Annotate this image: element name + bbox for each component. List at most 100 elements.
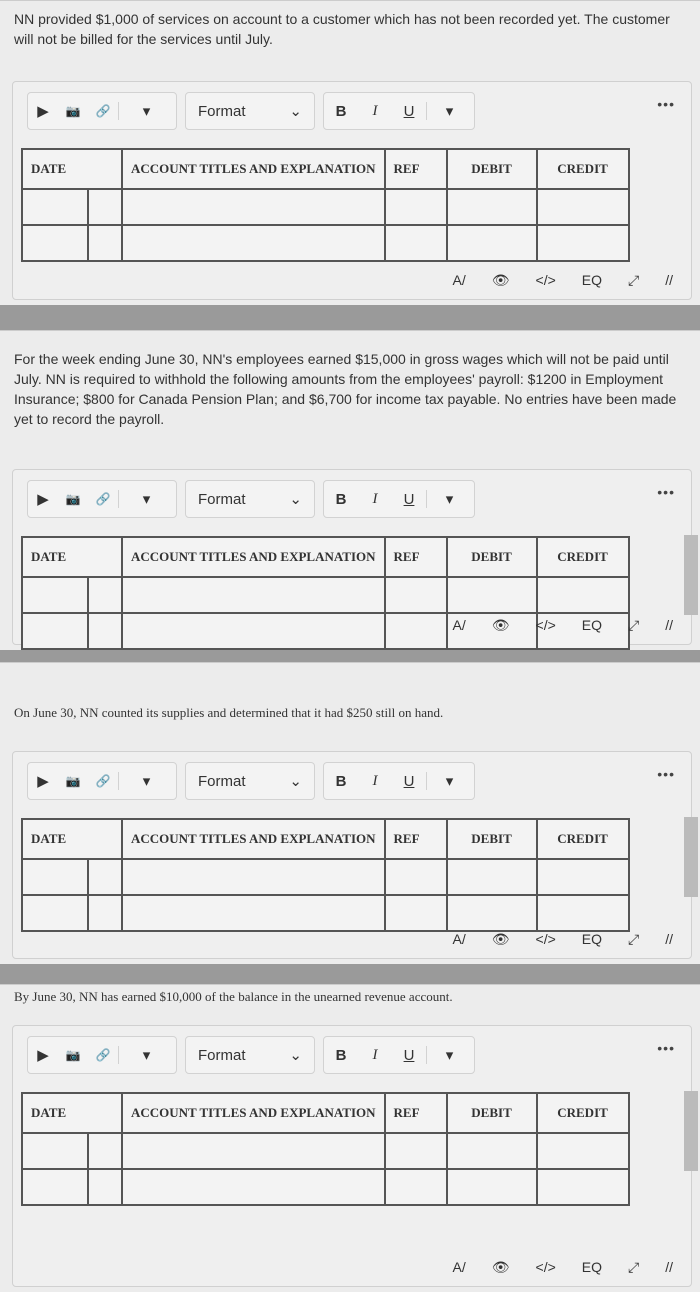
style-dropdown-icon[interactable]: ▾ — [426, 490, 472, 508]
spellcheck-icon[interactable]: A/ — [453, 617, 466, 634]
date-day-cell[interactable] — [87, 612, 123, 650]
italic-button[interactable]: I — [358, 773, 392, 790]
underline-button[interactable]: U — [392, 103, 426, 120]
style-dropdown-icon[interactable]: ▾ — [426, 102, 472, 120]
source-code-icon[interactable]: </> — [536, 1259, 556, 1276]
accessibility-icon[interactable]: 👁 — [492, 1259, 510, 1276]
debit-cell[interactable] — [445, 894, 538, 932]
account-cell[interactable] — [121, 224, 386, 262]
source-code-icon[interactable]: </> — [536, 931, 556, 948]
bold-button[interactable]: B — [324, 773, 358, 790]
ref-cell[interactable] — [383, 1168, 448, 1206]
spellcheck-icon[interactable]: A/ — [453, 1259, 466, 1276]
find-icon[interactable]: EQ — [582, 1259, 602, 1276]
format-select[interactable]: Format ⌄ — [185, 762, 315, 800]
underline-button[interactable]: U — [392, 1047, 426, 1064]
insert-dropdown-icon[interactable]: ▾ — [118, 772, 174, 790]
account-cell[interactable] — [121, 612, 386, 650]
insert-dropdown-icon[interactable]: ▾ — [118, 102, 174, 120]
date-day-cell[interactable] — [87, 1168, 123, 1206]
date-day-cell[interactable] — [87, 188, 123, 226]
ref-cell[interactable] — [383, 612, 448, 650]
resize-handle-icon[interactable]: // — [665, 617, 673, 634]
ref-cell[interactable] — [383, 576, 448, 614]
ref-cell[interactable] — [383, 1132, 448, 1170]
spellcheck-icon[interactable]: A/ — [453, 272, 466, 289]
date-month-cell[interactable] — [21, 1132, 89, 1170]
format-select[interactable]: Format ⌄ — [185, 92, 315, 130]
date-day-cell[interactable] — [87, 224, 123, 262]
date-month-cell[interactable] — [21, 1168, 89, 1206]
format-select[interactable]: Format ⌄ — [185, 480, 315, 518]
resize-handle-icon[interactable]: // — [665, 931, 673, 948]
find-icon[interactable]: EQ — [582, 931, 602, 948]
more-options-icon[interactable]: ••• — [657, 766, 675, 782]
fullscreen-icon[interactable]: ⤢ — [628, 1259, 639, 1276]
date-day-cell[interactable] — [87, 1132, 123, 1170]
link-icon[interactable]: 🔗 — [88, 492, 118, 506]
date-month-cell[interactable] — [21, 188, 89, 226]
account-cell[interactable] — [121, 188, 386, 226]
credit-cell[interactable] — [535, 188, 630, 226]
debit-cell[interactable] — [445, 858, 538, 896]
more-options-icon[interactable]: ••• — [657, 96, 675, 112]
style-dropdown-icon[interactable]: ▾ — [426, 772, 472, 790]
image-icon[interactable]: 📷 — [58, 1048, 88, 1062]
insert-dropdown-icon[interactable]: ▾ — [118, 490, 174, 508]
account-cell[interactable] — [121, 1132, 386, 1170]
account-cell[interactable] — [121, 894, 386, 932]
bold-button[interactable]: B — [324, 491, 358, 508]
date-month-cell[interactable] — [21, 224, 89, 262]
date-month-cell[interactable] — [21, 576, 89, 614]
ref-cell[interactable] — [383, 894, 448, 932]
date-day-cell[interactable] — [87, 894, 123, 932]
fullscreen-icon[interactable]: ⤢ — [628, 617, 639, 634]
debit-cell[interactable] — [445, 224, 538, 262]
accessibility-icon[interactable]: 👁 — [492, 931, 510, 948]
debit-cell[interactable] — [445, 188, 538, 226]
date-month-cell[interactable] — [21, 858, 89, 896]
credit-cell[interactable] — [535, 1132, 630, 1170]
underline-button[interactable]: U — [392, 491, 426, 508]
ref-cell[interactable] — [383, 224, 448, 262]
style-dropdown-icon[interactable]: ▾ — [426, 1046, 472, 1064]
account-cell[interactable] — [121, 576, 386, 614]
link-icon[interactable]: 🔗 — [88, 104, 118, 118]
image-icon[interactable]: 📷 — [58, 492, 88, 506]
insert-dropdown-icon[interactable]: ▾ — [118, 1046, 174, 1064]
fullscreen-icon[interactable]: ⤢ — [628, 272, 639, 289]
bold-button[interactable]: B — [324, 103, 358, 120]
scrollbar[interactable] — [684, 535, 698, 615]
bold-button[interactable]: B — [324, 1047, 358, 1064]
italic-button[interactable]: I — [358, 1047, 392, 1064]
link-icon[interactable]: 🔗 — [88, 774, 118, 788]
source-code-icon[interactable]: </> — [536, 617, 556, 634]
media-icon[interactable]: ▶ — [28, 102, 58, 120]
media-icon[interactable]: ▶ — [28, 772, 58, 790]
find-icon[interactable]: EQ — [582, 617, 602, 634]
credit-cell[interactable] — [535, 858, 630, 896]
accessibility-icon[interactable]: 👁 — [492, 272, 510, 289]
more-options-icon[interactable]: ••• — [657, 484, 675, 500]
credit-cell[interactable] — [535, 894, 630, 932]
debit-cell[interactable] — [445, 1132, 538, 1170]
date-month-cell[interactable] — [21, 612, 89, 650]
debit-cell[interactable] — [445, 1168, 538, 1206]
italic-button[interactable]: I — [358, 103, 392, 120]
spellcheck-icon[interactable]: A/ — [453, 931, 466, 948]
credit-cell[interactable] — [535, 576, 630, 614]
more-options-icon[interactable]: ••• — [657, 1040, 675, 1056]
scrollbar[interactable] — [684, 1091, 698, 1171]
media-icon[interactable]: ▶ — [28, 490, 58, 508]
resize-handle-icon[interactable]: // — [665, 1259, 673, 1276]
fullscreen-icon[interactable]: ⤢ — [628, 931, 639, 948]
link-icon[interactable]: 🔗 — [88, 1048, 118, 1062]
date-month-cell[interactable] — [21, 894, 89, 932]
resize-handle-icon[interactable]: // — [665, 272, 673, 289]
credit-cell[interactable] — [535, 224, 630, 262]
ref-cell[interactable] — [383, 858, 448, 896]
italic-button[interactable]: I — [358, 491, 392, 508]
credit-cell[interactable] — [535, 1168, 630, 1206]
account-cell[interactable] — [121, 1168, 386, 1206]
debit-cell[interactable] — [445, 576, 538, 614]
